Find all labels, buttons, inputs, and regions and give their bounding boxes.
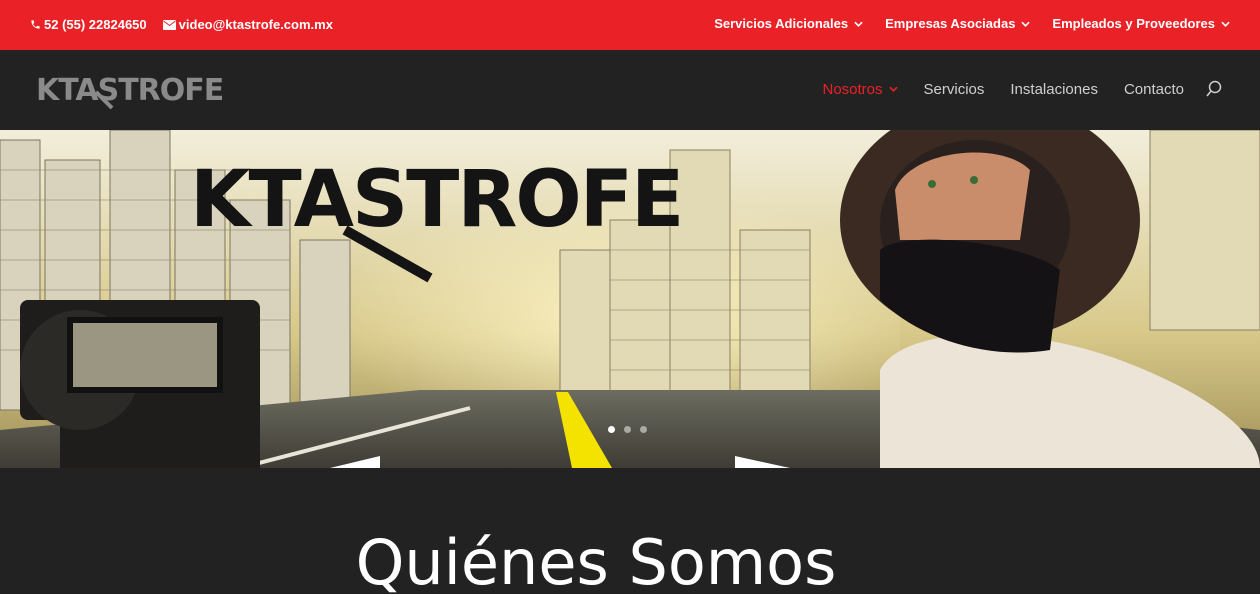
section-title: Quiénes Somos — [355, 526, 837, 594]
nav-empleados-proveedores[interactable]: Empleados y Proveedores — [1052, 16, 1230, 31]
nav-label: Servicios — [923, 80, 985, 98]
email-link[interactable]: video@ktastrofe.com.mx — [162, 17, 333, 32]
slide-dot[interactable] — [624, 426, 631, 433]
chevron-down-icon — [888, 86, 898, 92]
main-nav: Nosotros Servicios Instalaciones Contact… — [797, 80, 1223, 98]
nav-nosotros[interactable]: Nosotros — [823, 81, 898, 98]
slide-dot[interactable] — [640, 426, 647, 433]
hero-logo-text: KTASTROFE — [190, 155, 682, 245]
site-logo[interactable]: KTASTROFE — [34, 68, 240, 112]
search-icon[interactable] — [1206, 80, 1222, 98]
hero-slider: KTASTROFE — [0, 130, 1260, 468]
slide-dot[interactable] — [608, 426, 615, 433]
top-bar: 52 (55) 22824650 video@ktastrofe.com.mx … — [0, 0, 1260, 50]
nav-label: Empleados y Proveedores — [1052, 16, 1215, 31]
nav-label: Nosotros — [822, 80, 883, 98]
nav-label: Empresas Asociadas — [885, 16, 1016, 31]
chevron-down-icon — [1221, 21, 1230, 27]
main-header: KTASTROFE Nosotros Servicios Instalacion… — [0, 50, 1260, 130]
phone-link[interactable]: 52 (55) 22824650 — [30, 17, 147, 32]
about-section: Quiénes Somos — [0, 468, 1260, 594]
contact-info: 52 (55) 22824650 video@ktastrofe.com.mx — [30, 17, 349, 32]
slider-pagination — [608, 426, 656, 433]
logo-text: KTASTROFE — [36, 73, 223, 108]
nav-instalaciones[interactable]: Instalaciones — [1010, 81, 1098, 98]
envelope-icon — [162, 19, 176, 30]
nav-empresas-asociadas[interactable]: Empresas Asociadas — [885, 16, 1031, 31]
nav-label: Servicios Adicionales — [714, 16, 849, 31]
chevron-down-icon — [1021, 21, 1031, 27]
phone-number: 52 (55) 22824650 — [44, 17, 147, 32]
hero-image: KTASTROFE — [0, 130, 1260, 468]
chevron-down-icon — [854, 21, 863, 27]
secondary-nav: Servicios Adicionales Empresas Asociadas… — [692, 16, 1230, 31]
phone-icon — [31, 20, 40, 29]
logo-graphic: KTASTROFE — [36, 73, 224, 110]
nav-servicios[interactable]: Servicios — [924, 81, 985, 98]
nav-label: Instalaciones — [1010, 80, 1098, 98]
nav-label: Contacto — [1123, 80, 1184, 98]
nav-servicios-adicionales[interactable]: Servicios Adicionales — [714, 16, 863, 31]
email-address: video@ktastrofe.com.mx — [178, 17, 333, 32]
nav-contacto[interactable]: Contacto — [1124, 81, 1184, 98]
